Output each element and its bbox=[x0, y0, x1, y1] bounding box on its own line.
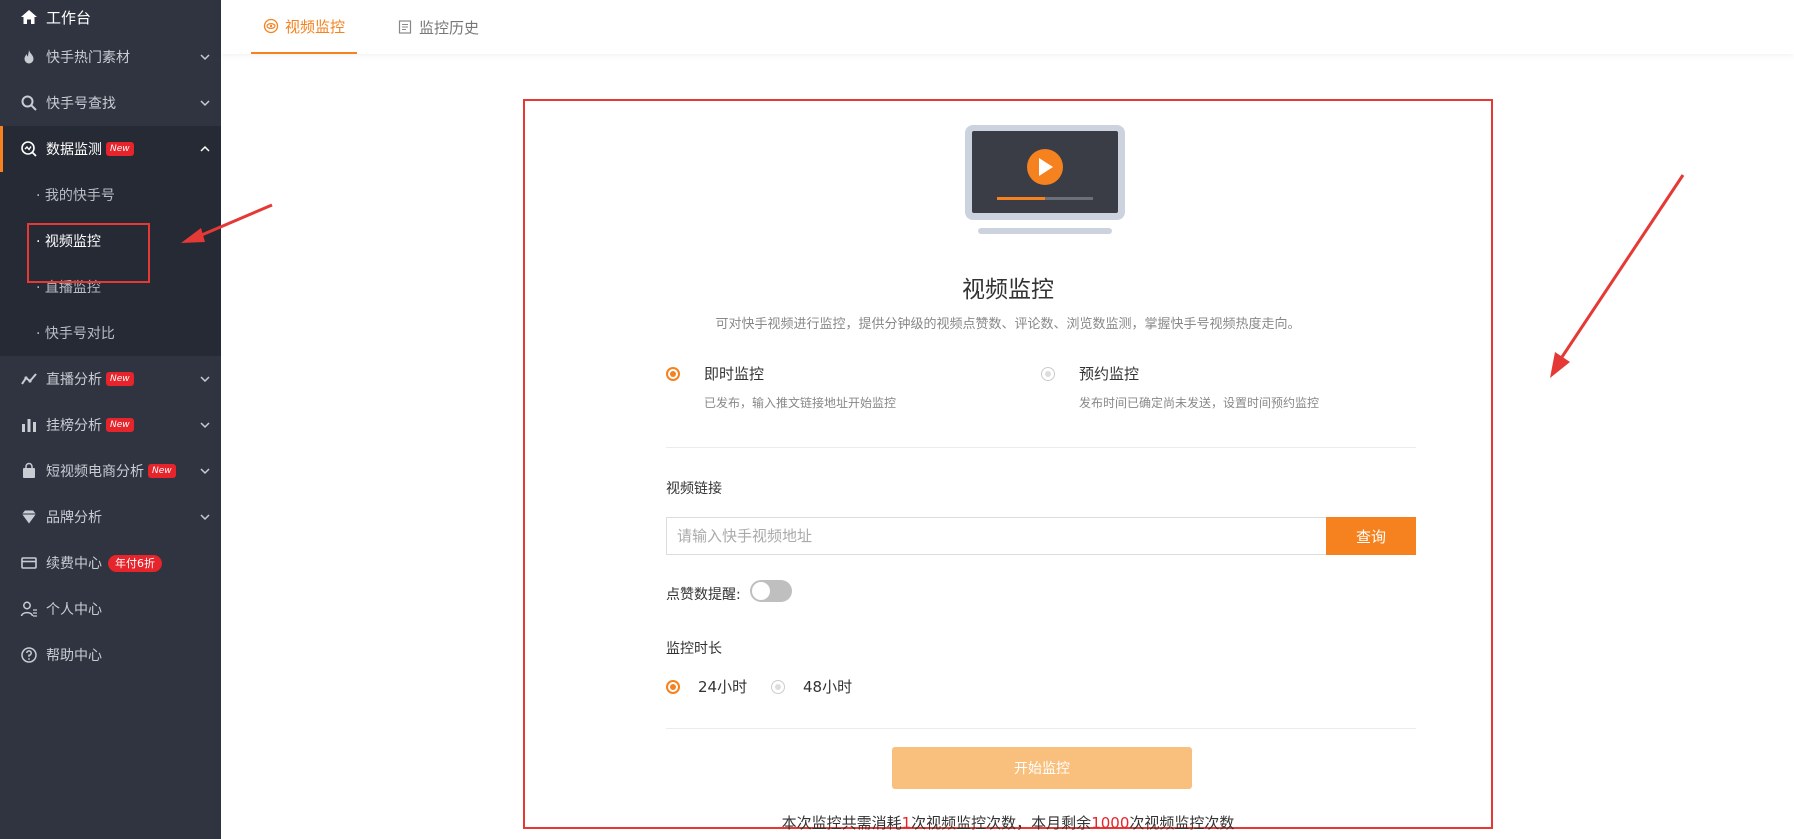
annotation-box-submenu bbox=[27, 223, 150, 283]
quota-note-text: 本次监控共需消耗 bbox=[781, 814, 902, 832]
duration-option-label: 48小时 bbox=[803, 678, 853, 696]
diamond-icon bbox=[20, 508, 38, 526]
radio-instant[interactable] bbox=[666, 367, 680, 381]
eye-icon bbox=[263, 18, 279, 34]
fire-icon bbox=[20, 48, 38, 66]
sidebar-item-label: 个人中心 bbox=[46, 602, 102, 618]
chevron-down-icon bbox=[200, 514, 210, 521]
chevron-up-icon bbox=[200, 145, 210, 152]
quota-note-text: 次视频监控次数，本月剩余 bbox=[911, 814, 1092, 832]
sidebar-item-label: 挂榜分析 bbox=[46, 418, 102, 434]
chevron-down-icon bbox=[200, 100, 210, 107]
tab-label: 视频监控 bbox=[284, 17, 345, 36]
page-title: 视频监控 bbox=[962, 277, 1054, 303]
mode-subtitle: 已发布，输入推文链接地址开始监控 bbox=[704, 396, 897, 410]
start-monitoring-button[interactable]: 开始监控 bbox=[892, 747, 1192, 789]
chevron-down-icon bbox=[200, 422, 210, 429]
submenu-item-account-compare[interactable]: · 快手号对比 bbox=[0, 310, 221, 356]
remaining-count: 1000 bbox=[1091, 814, 1130, 832]
monitor-chart-icon bbox=[20, 140, 38, 158]
sidebar-item-ranking-analysis[interactable]: 挂榜分析 New bbox=[0, 402, 221, 448]
sidebar-item-label: 续费中心 bbox=[46, 556, 102, 572]
divider bbox=[666, 447, 1416, 448]
sidebar: 工作台 快手热门素材 快手号查找 数据监测 New · 我的快手号 · 视频监控… bbox=[0, 0, 221, 839]
new-badge: New bbox=[106, 142, 134, 156]
top-tab-bar: 视频监控 监控历史 bbox=[221, 0, 1794, 54]
sidebar-item-data-monitoring[interactable]: 数据监测 New bbox=[0, 126, 221, 172]
search-icon bbox=[20, 94, 38, 112]
annotation-arrow-right bbox=[1550, 174, 1685, 378]
quota-note-text: 次视频监控次数 bbox=[1129, 814, 1235, 832]
sidebar-item-label: 工作台 bbox=[46, 8, 92, 27]
sidebar-item-label: 快手号查找 bbox=[46, 96, 116, 112]
new-badge: New bbox=[106, 418, 134, 432]
duration-option-24h[interactable]: 24小时 bbox=[666, 676, 747, 697]
bar-chart-icon bbox=[20, 416, 38, 434]
sidebar-item-label: 品牌分析 bbox=[46, 510, 102, 526]
document-icon bbox=[398, 20, 412, 34]
sidebar-item-label: 直播分析 bbox=[46, 372, 102, 388]
shopping-bag-icon bbox=[20, 462, 38, 480]
mode-subtitle: 发布时间已确定尚未发送，设置时间预约监控 bbox=[1079, 396, 1320, 410]
duration-label: 监控时长 bbox=[666, 641, 722, 657]
tab-label: 监控历史 bbox=[419, 18, 480, 37]
credit-card-icon bbox=[20, 554, 38, 572]
sidebar-item-label: 短视频电商分析 bbox=[46, 464, 144, 480]
annotation-arrow-left bbox=[181, 203, 273, 243]
sidebar-item-workbench[interactable]: 工作台 bbox=[0, 0, 221, 34]
sidebar-item-live-analysis[interactable]: 直播分析 New bbox=[0, 356, 221, 402]
duration-option-48h[interactable]: 48小时 bbox=[771, 676, 852, 697]
line-chart-icon bbox=[20, 370, 38, 388]
new-badge: New bbox=[106, 372, 134, 386]
radio-scheduled[interactable] bbox=[1041, 367, 1055, 381]
sidebar-item-account-search[interactable]: 快手号查找 bbox=[0, 80, 221, 126]
sidebar-item-label: 数据监测 bbox=[46, 142, 102, 158]
sidebar-item-label: 帮助中心 bbox=[46, 648, 102, 664]
sidebar-item-personal-center[interactable]: 个人中心 bbox=[0, 586, 221, 632]
mode-title: 预约监控 bbox=[1079, 365, 1140, 383]
query-button[interactable]: 查询 bbox=[1326, 517, 1416, 555]
mode-instant[interactable]: 即时监控 已发布，输入推文链接地址开始监控 bbox=[666, 363, 896, 411]
video-player-illustration bbox=[965, 125, 1125, 234]
divider bbox=[666, 728, 1416, 729]
tab-monitoring-history[interactable]: 监控历史 bbox=[397, 0, 479, 54]
help-icon bbox=[20, 646, 38, 664]
sidebar-item-ecommerce-analysis[interactable]: 短视频电商分析 New bbox=[0, 448, 221, 494]
like-alert-toggle[interactable] bbox=[750, 580, 792, 602]
sidebar-item-brand-analysis[interactable]: 品牌分析 bbox=[0, 494, 221, 540]
page-description: 可对快手视频进行监控，提供分钟级的视频点赞数、评论数、浏览数监测，掌握快手号视频… bbox=[715, 317, 1301, 332]
mode-title: 即时监控 bbox=[704, 365, 765, 383]
radio-24h[interactable] bbox=[666, 679, 680, 694]
radio-48h[interactable] bbox=[771, 679, 785, 694]
video-url-input[interactable] bbox=[666, 517, 1326, 555]
sidebar-item-label: 快手热门素材 bbox=[46, 50, 130, 66]
tab-video-monitoring[interactable]: 视频监控 bbox=[251, 0, 357, 54]
new-badge: New bbox=[148, 464, 176, 478]
chevron-down-icon bbox=[200, 376, 210, 383]
sidebar-item-help-center[interactable]: 帮助中心 bbox=[0, 632, 221, 678]
chevron-down-icon bbox=[200, 54, 210, 61]
quota-note: 本次监控共需消耗1次视频监控次数，本月剩余1000次视频监控次数 bbox=[525, 812, 1491, 833]
mode-scheduled[interactable]: 预约监控 发布时间已确定尚未发送，设置时间预约监控 bbox=[1041, 363, 1319, 411]
sidebar-item-renewal-center[interactable]: 续费中心 年付6折 bbox=[0, 540, 221, 586]
cost-count: 1 bbox=[901, 814, 912, 832]
sidebar-item-hot-materials[interactable]: 快手热门素材 bbox=[0, 34, 221, 80]
duration-option-label: 24小时 bbox=[698, 678, 748, 696]
like-alert-label: 点赞数提醒: bbox=[666, 587, 741, 603]
video-link-label: 视频链接 bbox=[666, 481, 722, 497]
user-icon bbox=[20, 600, 38, 618]
chevron-down-icon bbox=[200, 468, 210, 475]
video-monitoring-panel: 视频监控 可对快手视频进行监控，提供分钟级的视频点赞数、评论数、浏览数监测，掌握… bbox=[523, 99, 1493, 832]
home-icon bbox=[20, 8, 38, 26]
discount-badge: 年付6折 bbox=[108, 554, 162, 572]
